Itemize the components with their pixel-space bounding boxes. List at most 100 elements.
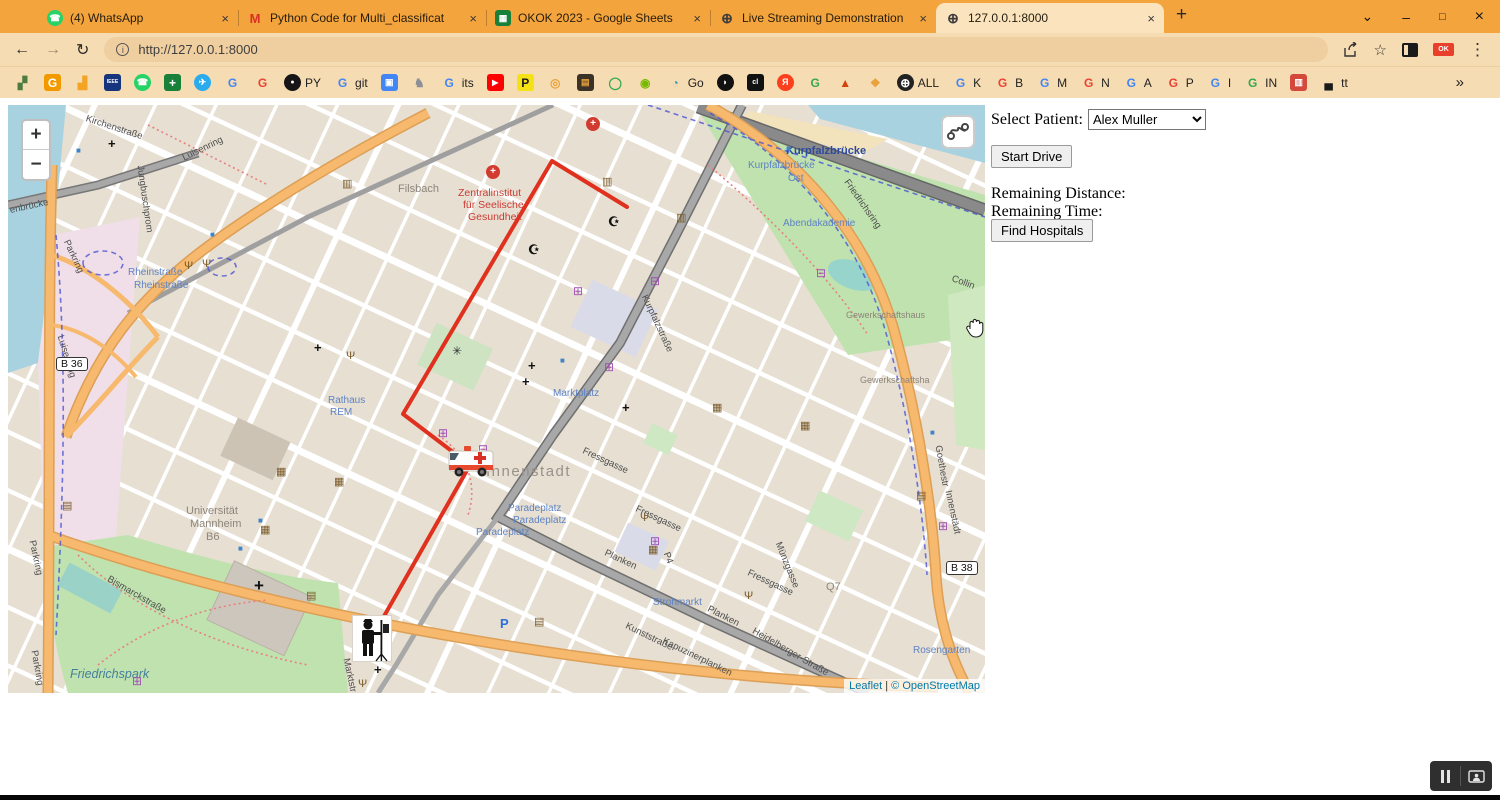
bottom-black-bar	[0, 795, 1500, 800]
bookmark-item[interactable]: Gits	[441, 74, 474, 91]
side-panel-icon[interactable]	[1402, 43, 1418, 57]
hand-cursor-icon	[966, 317, 984, 339]
bookmark-item[interactable]: G	[254, 74, 271, 91]
bookmark-favicon: ⊕	[897, 74, 914, 91]
bookmarks-overflow-chevron[interactable]: »	[1456, 74, 1486, 91]
bookmark-item[interactable]: GN	[1080, 74, 1110, 91]
zoom-out-button[interactable]: −	[23, 150, 49, 179]
find-hospitals-button[interactable]: Find Hospitals	[991, 219, 1093, 242]
bookmark-item[interactable]: ▄tt	[1320, 74, 1348, 91]
tab-close-icon[interactable]: ×	[469, 11, 477, 26]
pause-icon	[1441, 770, 1444, 783]
bookmark-item[interactable]: P	[517, 74, 534, 91]
bookmark-item[interactable]: GA	[1123, 74, 1152, 91]
bookmark-item[interactable]: GK	[952, 74, 981, 91]
tab-separator	[710, 10, 711, 26]
tab-localhost-active[interactable]: ⊕ 127.0.0.1:8000 ×	[936, 3, 1164, 33]
zoom-in-button[interactable]: +	[23, 121, 49, 150]
bookmark-star-icon[interactable]: ☆	[1374, 41, 1387, 59]
ambulance-marker	[446, 441, 496, 481]
routing-control-button[interactable]	[941, 115, 975, 149]
bookmark-item[interactable]: ▣	[381, 74, 398, 91]
bookmark-favicon: G	[1080, 74, 1097, 91]
tab-label: OKOK 2023 - Google Sheets	[518, 11, 686, 25]
bookmark-item[interactable]: ●PY	[284, 74, 321, 91]
bookmark-item[interactable]: ✈	[194, 74, 211, 91]
bookmark-favicon: ▥	[1290, 74, 1307, 91]
bookmark-item[interactable]: GP	[1165, 74, 1194, 91]
tab-close-icon[interactable]: ×	[221, 11, 229, 26]
tab-label: (4) WhatsApp	[70, 11, 214, 25]
browser-menu-chevron-icon[interactable]: ⌄	[1361, 8, 1373, 25]
bookmark-item[interactable]: cl	[747, 74, 764, 91]
site-info-icon[interactable]: i	[116, 43, 129, 56]
bookmark-item[interactable]: ▞	[14, 74, 31, 91]
bookmark-item[interactable]: ♞	[411, 74, 428, 91]
osm-link[interactable]: © OpenStreetMap	[891, 680, 980, 692]
kebab-menu-icon[interactable]: ⋮	[1469, 40, 1486, 60]
remaining-distance-label: Remaining Distance:	[991, 185, 1126, 203]
bookmark-favicon: G	[441, 74, 458, 91]
bookmark-item[interactable]: IEEE	[104, 74, 121, 91]
map[interactable]: KirchenstraßeenbrückeLuisenringJungbusch…	[8, 105, 985, 693]
address-bar[interactable]: i http://127.0.0.1:8000	[104, 37, 1327, 62]
tab-close-icon[interactable]: ×	[1147, 11, 1155, 26]
bookmark-item[interactable]: ❖	[867, 74, 884, 91]
tab-whatsapp[interactable]: ☎ (4) WhatsApp ×	[38, 3, 238, 33]
bookmark-label: PY	[305, 76, 321, 90]
globe-icon: ⊕	[719, 10, 735, 26]
bookmark-item[interactable]: G	[44, 74, 61, 91]
tab-python-code[interactable]: M Python Code for Multi_classificat ×	[238, 3, 486, 33]
bookmark-label: K	[973, 76, 981, 90]
bookmark-item[interactable]: ◎	[547, 74, 564, 91]
reload-button[interactable]: ↻	[76, 40, 89, 60]
new-tab-button[interactable]: +	[1176, 4, 1187, 26]
tab-close-icon[interactable]: ×	[919, 11, 927, 26]
whatsapp-icon: ☎	[47, 10, 63, 26]
picture-in-picture-button[interactable]	[1461, 761, 1491, 791]
forward-button[interactable]: →	[45, 41, 61, 59]
bookmark-item[interactable]: ◗	[717, 74, 734, 91]
tab-google-sheets[interactable]: ▦ OKOK 2023 - Google Sheets ×	[486, 3, 710, 33]
bookmark-item[interactable]: ⊕ ALL	[897, 74, 939, 91]
bookmark-favicon: G	[44, 74, 61, 91]
bookmark-item[interactable]: GIN	[1244, 74, 1277, 91]
maximize-button[interactable]: □	[1439, 11, 1446, 23]
leaflet-link[interactable]: Leaflet	[849, 680, 882, 692]
bookmark-item[interactable]: ▶	[487, 74, 504, 91]
close-button[interactable]: ×	[1475, 8, 1484, 26]
bookmark-item[interactable]: Я	[777, 74, 794, 91]
bookmark-item[interactable]: ◯	[607, 74, 624, 91]
patient-select[interactable]: Alex Muller	[1088, 109, 1206, 130]
bookmark-favicon: ▤	[577, 74, 594, 91]
extension-icon[interactable]: OK	[1433, 43, 1454, 56]
bookmark-item[interactable]: GM	[1036, 74, 1067, 91]
bookmark-item[interactable]: ☎	[134, 74, 151, 91]
bookmark-item[interactable]: GB	[994, 74, 1023, 91]
back-button[interactable]: ←	[14, 41, 30, 59]
start-drive-button[interactable]: Start Drive	[991, 145, 1072, 168]
tab-live-streaming[interactable]: ⊕ Live Streaming Demonstration ×	[710, 3, 936, 33]
minimize-button[interactable]: –	[1402, 9, 1410, 25]
bookmark-label: ALL	[918, 76, 939, 90]
bookmark-item[interactable]: Ggit	[334, 74, 368, 91]
patient-iv-icon	[353, 616, 393, 663]
bookmark-label: git	[355, 76, 368, 90]
bookmark-item[interactable]: +	[164, 74, 181, 91]
bookmark-favicon: G	[254, 74, 271, 91]
pause-button[interactable]	[1430, 761, 1460, 791]
bookmark-item[interactable]: G	[807, 74, 824, 91]
bookmark-favicon: ▶	[487, 74, 504, 91]
bookmark-item[interactable]: G	[224, 74, 241, 91]
picture-in-picture-icon	[1468, 770, 1485, 783]
bookmark-item[interactable]: ▥	[1290, 74, 1307, 91]
tab-close-icon[interactable]: ×	[693, 11, 701, 26]
bookmark-item[interactable]: ◉	[637, 74, 654, 91]
globe-icon: ⊕	[945, 10, 961, 26]
share-icon[interactable]	[1343, 42, 1359, 58]
bookmark-item[interactable]: ▤	[577, 74, 594, 91]
bookmark-item[interactable]: ▟	[74, 74, 91, 91]
bookmark-item[interactable]: ◔Go	[667, 74, 704, 91]
bookmark-item[interactable]: GI	[1207, 74, 1231, 91]
bookmark-item[interactable]: ▲	[837, 74, 854, 91]
